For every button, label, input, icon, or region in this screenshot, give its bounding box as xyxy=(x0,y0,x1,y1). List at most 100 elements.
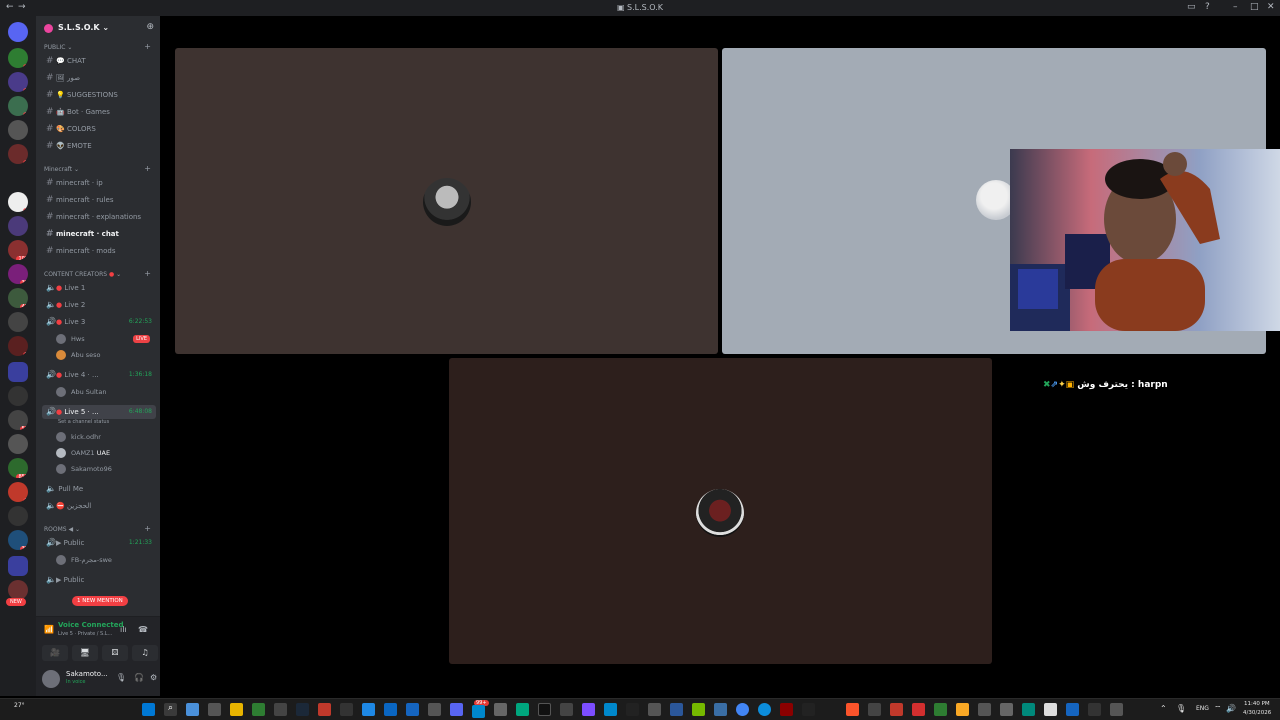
app-icon[interactable] xyxy=(560,703,573,716)
app-icon[interactable] xyxy=(956,703,969,716)
avatar[interactable] xyxy=(42,670,60,688)
voice-channel-live1[interactable]: 🔈● Live 1 xyxy=(42,281,156,295)
voice-channel-live4[interactable]: 🔊● Live 4 · ... 1:36:18 xyxy=(42,368,156,382)
app-icon[interactable] xyxy=(1022,703,1035,716)
clock-date[interactable]: 4/30/2026 xyxy=(1243,710,1271,716)
voice-user[interactable]: OAMZ1 UAE xyxy=(56,446,156,460)
headphones-icon[interactable]: 🎧 xyxy=(134,673,144,682)
add-channel-icon[interactable]: + xyxy=(144,524,151,533)
server-icon[interactable] xyxy=(8,386,28,406)
server-icon[interactable]: 32 xyxy=(8,264,28,284)
microphone-tray-icon[interactable]: 🎙 xyxy=(1176,704,1186,713)
voice-channel-arabic[interactable]: 🔈⛔ الحجزين xyxy=(42,499,156,513)
telegram-icon[interactable] xyxy=(472,705,485,718)
app-icon[interactable] xyxy=(978,703,991,716)
server-icon[interactable] xyxy=(8,120,28,140)
app-icon[interactable] xyxy=(890,703,903,716)
microphone-icon[interactable]: 🎙 xyxy=(116,673,126,682)
app-icon[interactable] xyxy=(340,703,353,716)
chrome-icon[interactable] xyxy=(736,703,749,716)
new-badge[interactable]: NEW xyxy=(6,598,26,606)
server-icon[interactable]: 47 xyxy=(8,288,28,308)
server-icon[interactable]: 8 xyxy=(8,96,28,116)
voice-user[interactable]: FB-مجرم-swe xyxy=(56,553,156,567)
server-icon[interactable] xyxy=(8,216,28,236)
app-icon[interactable] xyxy=(384,703,397,716)
app-icon[interactable] xyxy=(1088,703,1101,716)
discord-home-icon[interactable] xyxy=(8,22,28,42)
voice-channel-live2[interactable]: 🔈● Live 2 xyxy=(42,298,156,312)
discord-taskbar-icon[interactable] xyxy=(450,703,463,716)
file-explorer-icon[interactable] xyxy=(230,703,243,716)
volume-icon[interactable]: 🔊 xyxy=(1226,704,1236,713)
voice-user[interactable]: kick.odhr xyxy=(56,430,156,444)
app-icon[interactable] xyxy=(1000,703,1013,716)
language-indicator[interactable]: ENG xyxy=(1196,705,1209,712)
search-icon[interactable]: ⌕ xyxy=(164,703,177,716)
app-icon[interactable] xyxy=(604,703,617,716)
app-icon[interactable] xyxy=(912,703,925,716)
server-icon[interactable]: 6 xyxy=(8,48,28,68)
tiktok-icon[interactable] xyxy=(538,703,551,716)
voice-user[interactable]: Hws LIVE xyxy=(56,332,156,346)
category-content-creators[interactable]: CONTENT CREATORS ● ⌄ xyxy=(44,271,121,278)
video-tile[interactable] xyxy=(175,48,718,354)
app-icon[interactable] xyxy=(428,703,441,716)
channel-minecraft-mods[interactable]: # minecraft · mods xyxy=(42,244,156,258)
app-icon[interactable] xyxy=(626,703,639,716)
voice-status[interactable]: Voice Connected xyxy=(58,621,124,629)
app-icon[interactable] xyxy=(648,703,661,716)
category-rooms[interactable]: ROOMS ◀ ⌄ xyxy=(44,526,80,533)
app-icon[interactable] xyxy=(362,703,375,716)
channel-chat[interactable]: # 💬 CHAT xyxy=(42,54,156,68)
channel-minecraft-rules[interactable]: # minecraft · rules xyxy=(42,193,156,207)
soundboard-button[interactable]: ♫ xyxy=(132,645,158,661)
server-icon[interactable]: 37 xyxy=(8,530,28,550)
minimize-icon[interactable]: – xyxy=(1233,2,1238,12)
voice-channel-name[interactable]: Live 5 · Private / S.L... xyxy=(58,631,112,637)
gear-icon[interactable]: ⚙ xyxy=(150,673,157,682)
category-public[interactable]: PUBLIC ⌄ xyxy=(44,44,72,51)
app-icon[interactable] xyxy=(406,703,419,716)
server-icon[interactable] xyxy=(8,580,28,600)
weather-temp[interactable]: 27° xyxy=(14,702,25,709)
tray-chevron-icon[interactable]: ⌃ xyxy=(1160,704,1167,713)
app-icon[interactable] xyxy=(274,703,287,716)
activities-button[interactable]: ⚄ xyxy=(102,645,128,661)
add-channel-icon[interactable]: + xyxy=(144,164,151,173)
username[interactable]: Sakamoto... xyxy=(66,670,108,678)
channel-minecraft-ip[interactable]: # minecraft · ip xyxy=(42,176,156,190)
app-icon[interactable] xyxy=(494,703,507,716)
folder-icon[interactable] xyxy=(8,362,28,382)
screen-share-button[interactable]: 🖥 xyxy=(72,645,98,661)
app-icon[interactable] xyxy=(1044,703,1057,716)
app-icon[interactable] xyxy=(516,703,529,716)
voice-user[interactable]: Abu Sultan xyxy=(56,385,156,399)
new-mention-badge[interactable]: 1 NEW MENTION xyxy=(72,596,128,606)
add-channel-icon[interactable]: + xyxy=(144,42,151,51)
channel-bot-games[interactable]: # 🤖 Bot · Games xyxy=(42,105,156,119)
disconnect-icon[interactable]: ☎ xyxy=(138,625,148,634)
inbox-icon[interactable]: ▭ xyxy=(1187,2,1196,12)
clock-time[interactable]: 11:40 PM xyxy=(1244,701,1270,707)
start-icon[interactable] xyxy=(142,703,155,716)
add-channel-icon[interactable]: + xyxy=(144,269,151,278)
channel-status[interactable]: Set a channel status xyxy=(58,419,109,425)
server-icon[interactable]: 1 xyxy=(8,144,28,164)
server-icon[interactable]: 1 xyxy=(8,192,28,212)
edge-icon[interactable] xyxy=(758,703,771,716)
voice-channel-live5[interactable]: 🔊● Live 5 · ... 6:48:08 xyxy=(42,405,156,419)
app-icon[interactable] xyxy=(252,703,265,716)
folder-icon[interactable] xyxy=(8,556,28,576)
noise-suppression-icon[interactable]: ılı xyxy=(120,625,127,634)
steam-icon[interactable] xyxy=(296,703,309,716)
task-view-icon[interactable] xyxy=(208,703,221,716)
app-icon[interactable] xyxy=(670,703,683,716)
close-icon[interactable]: ✕ xyxy=(1267,2,1275,12)
voice-channel-public1[interactable]: 🔊▶ Public 1:21:33 xyxy=(42,536,156,550)
camera-button[interactable]: 🎥 xyxy=(42,645,68,661)
channel-suggestions[interactable]: # 💡 SUGGESTIONS xyxy=(42,88,156,102)
voice-user[interactable]: Abu seso xyxy=(56,348,156,362)
server-icon[interactable]: 107 xyxy=(8,240,28,260)
category-minecraft[interactable]: Minecraft ⌄ xyxy=(44,166,79,173)
